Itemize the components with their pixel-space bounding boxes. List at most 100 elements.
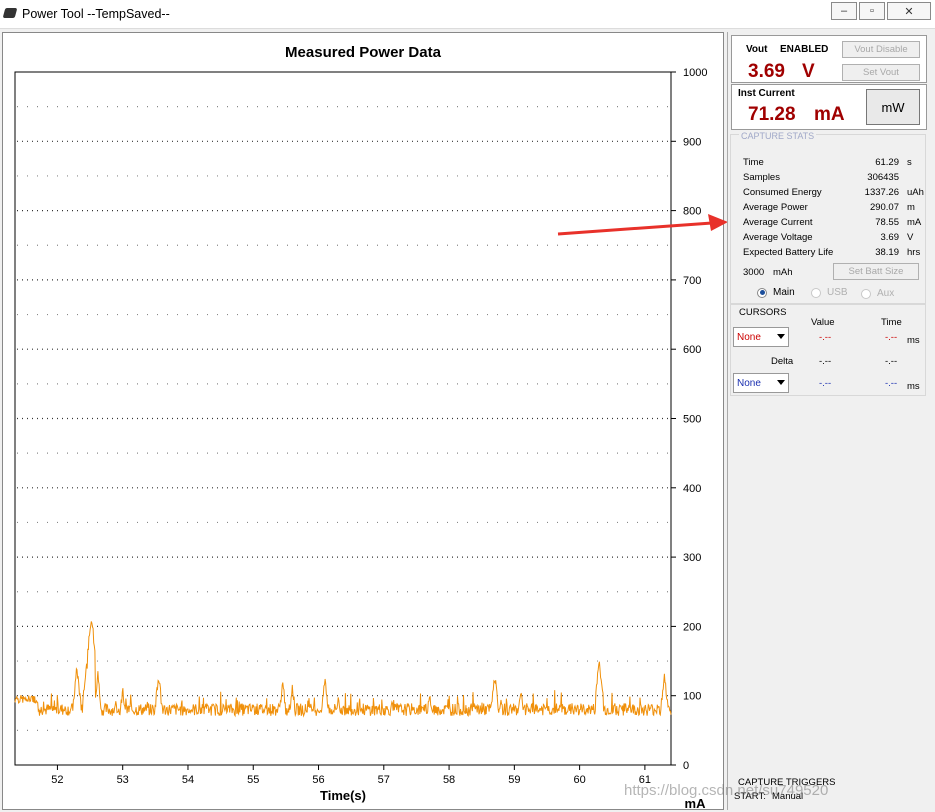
col-time-header: Time bbox=[881, 317, 902, 328]
stat-unit: V bbox=[907, 232, 914, 243]
col-value-header: Value bbox=[811, 317, 835, 328]
cursor2-select[interactable]: None bbox=[733, 373, 789, 393]
radio-selected-icon bbox=[757, 287, 767, 298]
stat-row: Samples 306435 bbox=[743, 172, 923, 184]
stat-value: 1337.26 bbox=[864, 187, 899, 198]
maximize-button[interactable]: ▫ bbox=[859, 2, 885, 20]
x-tick-label: 59 bbox=[508, 774, 520, 786]
vout-unit: V bbox=[802, 61, 815, 82]
stat-unit: m bbox=[907, 202, 915, 213]
stat-value: 61.29 bbox=[875, 157, 899, 168]
y-tick-label: 200 bbox=[683, 621, 701, 633]
x-tick-label: 58 bbox=[443, 774, 455, 786]
cursors-group: CURSORS Value Time None -.-- -.-- ms Del… bbox=[730, 304, 926, 396]
batt-size-value: 3000 bbox=[743, 267, 765, 278]
y-tick-label: 300 bbox=[683, 552, 701, 564]
stat-unit: uAh bbox=[907, 187, 924, 198]
plot-frame: Measured Power Data 0 100 200 300 400 500 600 7… bbox=[2, 32, 724, 811]
x-axis-label: Time(s) bbox=[320, 788, 366, 803]
chart-title: Measured Power Data bbox=[285, 44, 442, 61]
power-chart[interactable]: Measured Power Data 0 100 200 300 400 500 600 7… bbox=[3, 33, 723, 811]
y-tick-label: 500 bbox=[683, 414, 701, 426]
channel-aux-radio[interactable]: Aux bbox=[861, 288, 894, 299]
window-title: Power Tool --TempSaved-- bbox=[22, 7, 170, 21]
channel-usb-radio[interactable]: USB bbox=[811, 287, 848, 298]
stat-unit: hrs bbox=[907, 247, 921, 258]
stat-value: 38.19 bbox=[875, 247, 899, 258]
stat-unit: s bbox=[907, 157, 912, 168]
y-tick-label: 400 bbox=[683, 483, 701, 495]
stat-row: Consumed Energy 1337.26 uAh bbox=[743, 187, 924, 199]
y-axis: 0 100 200 300 400 500 600 700 800 900 1000 bbox=[671, 67, 707, 772]
cursors-title: CURSORS bbox=[739, 307, 787, 318]
dropdown-arrow-icon bbox=[777, 380, 785, 385]
cursor1-value: -.-- bbox=[819, 332, 832, 343]
watermark: https://blog.csdn.net/su749520 bbox=[624, 782, 829, 799]
vout-label: Vout bbox=[746, 44, 768, 55]
stat-name: Samples bbox=[743, 172, 780, 183]
set-batt-size-button[interactable]: Set Batt Size bbox=[833, 263, 919, 280]
x-tick-label: 54 bbox=[182, 774, 194, 786]
stat-unit: mA bbox=[907, 217, 922, 228]
stat-row: Time 61.29 s bbox=[743, 157, 923, 169]
inst-current-value: 71.28 bbox=[748, 104, 796, 125]
inst-current-label: Inst Current bbox=[738, 88, 795, 99]
vout-box: Vout ENABLED 3.69 V Vout Disable Set Vou… bbox=[731, 35, 927, 83]
delta-label: Delta bbox=[771, 356, 794, 367]
stat-value: 3.69 bbox=[880, 232, 900, 243]
batt-size-unit: mAh bbox=[773, 267, 793, 278]
stat-row: Average Voltage 3.69 V bbox=[743, 232, 923, 244]
stat-row: Expected Battery Life 38.19 hrs bbox=[743, 247, 923, 259]
capture-stats-title: CAPTURE STATS bbox=[739, 131, 817, 141]
inst-current-box: Inst Current 71.28 mA mW bbox=[731, 84, 927, 130]
stat-row: Average Current 78.55 mA bbox=[743, 217, 923, 229]
x-tick-label: 53 bbox=[117, 774, 129, 786]
channel-main-radio[interactable]: Main bbox=[757, 287, 795, 298]
delta-time: -.-- bbox=[885, 356, 898, 367]
vout-disable-button[interactable]: Vout Disable bbox=[842, 41, 920, 58]
cursor2-unit: ms bbox=[907, 381, 920, 392]
stat-name: Consumed Energy bbox=[743, 187, 822, 198]
y-tick-label: 1000 bbox=[683, 67, 707, 79]
x-tick-label: 60 bbox=[573, 774, 585, 786]
x-tick-label: 56 bbox=[312, 774, 324, 786]
minimize-button[interactable]: – bbox=[831, 2, 857, 20]
set-vout-button[interactable]: Set Vout bbox=[842, 64, 920, 81]
y-tick-label: 600 bbox=[683, 344, 701, 356]
inst-current-unit: mA bbox=[814, 104, 845, 125]
stat-name: Average Current bbox=[743, 217, 813, 228]
stat-name: Time bbox=[743, 157, 764, 168]
cursor1-select[interactable]: None bbox=[733, 327, 789, 347]
y-tick-label: 100 bbox=[683, 691, 701, 703]
x-tick-label: 52 bbox=[51, 774, 63, 786]
x-tick-label: 57 bbox=[378, 774, 390, 786]
stat-name: Average Voltage bbox=[743, 232, 813, 243]
title-bar: Power Tool --TempSaved-- – ▫ ✕ bbox=[0, 0, 935, 29]
radio-icon bbox=[811, 287, 821, 298]
stat-value: 306435 bbox=[867, 172, 899, 183]
mw-toggle-button[interactable]: mW bbox=[866, 89, 920, 125]
window-controls: – ▫ ✕ bbox=[829, 2, 931, 20]
stat-name: Expected Battery Life bbox=[743, 247, 834, 258]
stat-name: Average Power bbox=[743, 202, 808, 213]
cursor2-value: -.-- bbox=[819, 378, 832, 389]
y-tick-label: 0 bbox=[683, 760, 689, 772]
stat-value: 78.55 bbox=[875, 217, 899, 228]
cursor1-time: -.-- bbox=[885, 332, 898, 343]
stat-value: 290.07 bbox=[869, 202, 899, 213]
y-tick-label: 800 bbox=[683, 206, 701, 218]
stat-row: Average Power 290.07 m bbox=[743, 202, 923, 214]
vout-value: 3.69 bbox=[748, 61, 785, 82]
close-button[interactable]: ✕ bbox=[887, 2, 931, 20]
control-panel: Vout ENABLED 3.69 V Vout Disable Set Vou… bbox=[727, 32, 935, 810]
cursor1-unit: ms bbox=[907, 335, 920, 346]
radio-icon bbox=[861, 288, 871, 299]
vout-state: ENABLED bbox=[780, 44, 829, 55]
y-tick-label: 700 bbox=[683, 275, 701, 287]
app-icon bbox=[2, 8, 18, 18]
x-axis: 52 53 54 55 56 57 58 59 60 61 bbox=[51, 765, 651, 786]
delta-value: -.-- bbox=[819, 356, 832, 367]
y-tick-label: 900 bbox=[683, 136, 701, 148]
capture-stats-group: CAPTURE STATS Time 61.29 s Samples 306435 C… bbox=[730, 131, 926, 304]
dropdown-arrow-icon bbox=[777, 334, 785, 339]
